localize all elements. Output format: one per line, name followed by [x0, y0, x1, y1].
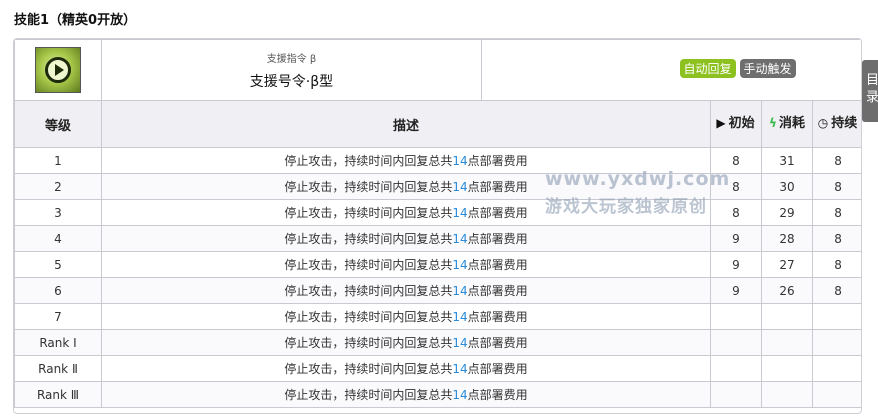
cell-level: Rank Ⅱ: [14, 355, 102, 382]
section-title: 技能1（精英0开放）: [14, 13, 137, 28]
table-row: 3 停止攻击，持续时间内回复总共14点部署费用 8 29 8: [14, 199, 861, 226]
cell-duration: 8: [811, 147, 861, 174]
table-row: 6 停止攻击，持续时间内回复总共14点部署费用 9 26 8: [14, 277, 861, 304]
table-row: 4 停止攻击，持续时间内回复总共14点部署费用 9 28 8: [14, 225, 861, 252]
skill-name-alt: 支援指令 β: [266, 53, 317, 65]
cell-level: Rank Ⅰ: [14, 329, 102, 356]
cell-description: 停止攻击，持续时间内回复总共14点部署费用: [101, 251, 711, 278]
column-header-duration: ◷ 持续: [811, 100, 861, 148]
cell-description: 停止攻击，持续时间内回复总共14点部署费用: [101, 277, 711, 304]
cell-initial: 9: [710, 251, 762, 278]
cell-description: 停止攻击，持续时间内回复总共14点部署费用: [101, 381, 711, 408]
cell-description: 停止攻击，持续时间内回复总共14点部署费用: [101, 329, 711, 356]
cell-duration: 8: [811, 225, 861, 252]
play-circle-icon: [35, 47, 81, 93]
highlight-number: 14: [452, 154, 468, 168]
cell-cost: 30: [761, 173, 813, 200]
tag-manual-trigger: 手动触发: [739, 58, 796, 78]
table-row: 2 停止攻击，持续时间内回复总共14点部署费用 8 30 8: [14, 173, 861, 200]
highlight-number: 14: [452, 310, 468, 324]
cell-cost: 27: [761, 251, 813, 278]
table-row: 5 停止攻击，持续时间内回复总共14点部署费用 9 27 8: [14, 251, 861, 278]
cell-level: Rank Ⅲ: [14, 381, 102, 408]
cell-level: 6: [14, 277, 102, 304]
cell-cost: 26: [761, 277, 813, 304]
cell-cost: [761, 329, 813, 356]
cell-level: 1: [14, 147, 102, 174]
cell-cost: 28: [761, 225, 813, 252]
skill-name-cell: 支援指令 β 支援号令·β型: [101, 39, 482, 101]
cell-duration: [811, 329, 861, 356]
skill-table: 支援指令 β 支援号令·β型 自动回复 手动触发 等级 描述 ▶ 初始 ϟ 消耗 ◷…: [14, 39, 861, 408]
cell-initial: 9: [710, 277, 762, 304]
cell-duration: 8: [811, 173, 861, 200]
table-body: 1 停止攻击，持续时间内回复总共14点部署费用 8 31 8 2 停止攻击，持续时间内回复总…: [14, 147, 861, 408]
highlight-number: 14: [452, 284, 468, 298]
cell-initial: 8: [710, 147, 762, 174]
cell-initial: [710, 381, 762, 408]
cell-description: 停止攻击，持续时间内回复总共14点部署费用: [101, 199, 711, 226]
cell-duration: 8: [811, 199, 861, 226]
cell-initial: 8: [710, 199, 762, 226]
cell-initial: 8: [710, 173, 762, 200]
table-row: 7 停止攻击，持续时间内回复总共14点部署费用: [14, 303, 861, 330]
cell-description: 停止攻击，持续时间内回复总共14点部署费用: [101, 147, 711, 174]
cell-description: 停止攻击，持续时间内回复总共14点部署费用: [101, 303, 711, 330]
tag-auto-recovery: 自动回复: [679, 58, 736, 78]
cell-initial: [710, 329, 762, 356]
clock-icon: ◷: [817, 116, 829, 130]
cell-cost: 31: [761, 147, 813, 174]
highlight-number: 14: [452, 232, 468, 246]
highlight-number: 14: [452, 388, 468, 402]
column-header-initial: ▶ 初始: [710, 100, 762, 148]
cell-level: 7: [14, 303, 102, 330]
cell-duration: 8: [811, 277, 861, 304]
cell-initial: [710, 303, 762, 330]
cell-duration: [811, 355, 861, 382]
skill-icon-cell: [14, 39, 102, 101]
cell-level: 2: [14, 173, 102, 200]
skill-card: 支援指令 β 支援号令·β型 自动回复 手动触发 等级 描述 ▶ 初始 ϟ 消耗 ◷…: [13, 38, 862, 414]
table-row: 1 停止攻击，持续时间内回复总共14点部署费用 8 31 8: [14, 147, 861, 174]
cell-cost: [761, 381, 813, 408]
skill-name: 支援号令·β型: [249, 73, 334, 90]
cell-duration: [811, 381, 861, 408]
lightning-icon: ϟ: [769, 116, 777, 130]
table-of-contents-tab[interactable]: 目录: [862, 60, 878, 122]
cell-initial: 9: [710, 225, 762, 252]
highlight-number: 14: [452, 258, 468, 272]
cell-duration: [811, 303, 861, 330]
cell-cost: 29: [761, 199, 813, 226]
column-header-cost: ϟ 消耗: [761, 100, 813, 148]
play-icon: ▶: [716, 116, 726, 130]
cell-initial: [710, 355, 762, 382]
table-row: Rank Ⅲ 停止攻击，持续时间内回复总共14点部署费用: [14, 381, 861, 408]
cell-description: 停止攻击，持续时间内回复总共14点部署费用: [101, 355, 711, 382]
cell-level: 3: [14, 199, 102, 226]
highlight-number: 14: [452, 206, 468, 220]
table-row: Rank Ⅰ 停止攻击，持续时间内回复总共14点部署费用: [14, 329, 861, 356]
highlight-number: 14: [452, 180, 468, 194]
highlight-number: 14: [452, 336, 468, 350]
cell-description: 停止攻击，持续时间内回复总共14点部署费用: [101, 173, 711, 200]
cell-cost: [761, 303, 813, 330]
cell-description: 停止攻击，持续时间内回复总共14点部署费用: [101, 225, 711, 252]
cell-level: 5: [14, 251, 102, 278]
highlight-number: 14: [452, 362, 468, 376]
cell-duration: 8: [811, 251, 861, 278]
skill-tags-cell: 自动回复 手动触发: [480, 39, 861, 101]
cell-cost: [761, 355, 813, 382]
column-header-desc: 描述: [101, 100, 711, 148]
skill-header-row: 支援指令 β 支援号令·β型 自动回复 手动触发: [14, 39, 861, 101]
column-header-row: 等级 描述 ▶ 初始 ϟ 消耗 ◷ 持续: [14, 100, 861, 148]
table-row: Rank Ⅱ 停止攻击，持续时间内回复总共14点部署费用: [14, 355, 861, 382]
column-header-level: 等级: [14, 100, 102, 148]
cell-level: 4: [14, 225, 102, 252]
